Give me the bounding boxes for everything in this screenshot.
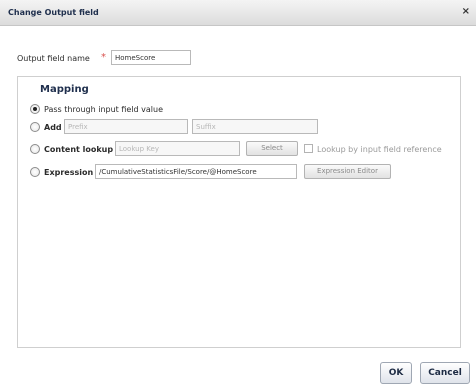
pass-through-label: Pass through input field value bbox=[44, 105, 163, 114]
mapping-panel bbox=[17, 76, 461, 348]
suffix-input[interactable] bbox=[192, 119, 318, 134]
dialog-titlebar: Change Output field × bbox=[0, 0, 476, 26]
lookup-by-reference-checkbox[interactable] bbox=[304, 144, 313, 153]
output-field-name-label: Output field name bbox=[17, 54, 90, 63]
lookup-key-input[interactable] bbox=[115, 141, 240, 156]
expression-input[interactable] bbox=[95, 164, 297, 179]
mapping-title: Mapping bbox=[40, 84, 89, 95]
expression-editor-button[interactable]: Expression Editor bbox=[304, 164, 391, 179]
pass-through-radio[interactable] bbox=[30, 104, 40, 114]
dialog-title: Change Output field bbox=[8, 8, 99, 17]
add-radio[interactable] bbox=[30, 122, 40, 132]
content-lookup-label: Content lookup bbox=[44, 145, 114, 154]
prefix-input[interactable] bbox=[64, 119, 188, 134]
required-marker: * bbox=[101, 52, 106, 63]
cancel-button[interactable]: Cancel bbox=[420, 362, 470, 384]
select-button[interactable]: Select bbox=[246, 141, 298, 156]
lookup-by-reference-label: Lookup by input field reference bbox=[317, 145, 442, 154]
ok-button[interactable]: OK bbox=[380, 362, 412, 384]
add-label: Add bbox=[44, 123, 62, 132]
content-lookup-radio[interactable] bbox=[30, 144, 40, 154]
close-icon[interactable]: × bbox=[462, 6, 470, 17]
expression-label: Expression bbox=[44, 168, 94, 177]
expression-radio[interactable] bbox=[30, 167, 40, 177]
output-field-name-input[interactable] bbox=[111, 50, 191, 65]
